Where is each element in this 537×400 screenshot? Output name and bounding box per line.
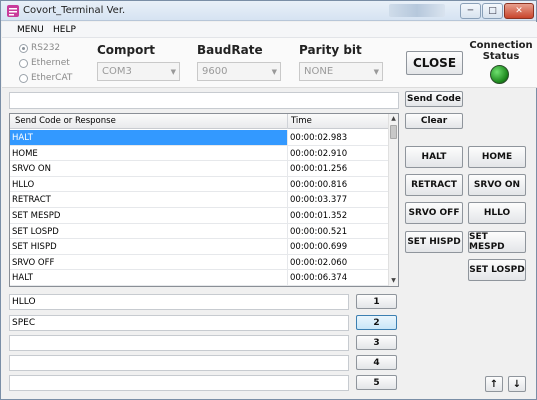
- arrow-up-icon[interactable]: ↑: [485, 376, 503, 392]
- radio-ethercat-label: EtherCAT: [31, 73, 73, 83]
- cell-code: SET LOSPD: [12, 226, 59, 237]
- scroll-thumb[interactable]: [390, 125, 397, 139]
- chevron-down-icon: ▼: [271, 68, 277, 76]
- macro-input-4[interactable]: [9, 355, 349, 371]
- app-window: Covort_Terminal Ver. ─ □ ✕ MENU HELP RS2…: [0, 0, 537, 400]
- cell-code: HOME: [12, 148, 38, 159]
- column-header-time[interactable]: Time: [291, 116, 312, 126]
- parity-select[interactable]: NONE ▼: [299, 62, 383, 81]
- radio-rs232[interactable]: [19, 44, 28, 53]
- macro-send-button-3[interactable]: 3: [356, 335, 397, 350]
- window-title: Covort_Terminal Ver.: [23, 5, 126, 16]
- cmd-srvo-on-button[interactable]: SRVO ON: [468, 174, 526, 196]
- cmd-halt-button[interactable]: HALT: [405, 146, 463, 168]
- chevron-down-icon: ▼: [170, 68, 176, 76]
- chevron-down-icon: ▼: [373, 68, 379, 76]
- table-row[interactable]: SRVO ON 00:00:01.256: [10, 161, 388, 177]
- cell-time: 00:00:01.256: [290, 164, 348, 175]
- scroll-down-icon[interactable]: ▼: [389, 276, 398, 286]
- cell-time: 00:00:06.374: [290, 273, 348, 284]
- connection-status-led: [490, 65, 509, 84]
- baudrate-select[interactable]: 9600 ▼: [197, 62, 281, 81]
- table-row[interactable]: SRVO OFF 00:00:02.060: [10, 254, 388, 271]
- macro-input-5[interactable]: [9, 375, 349, 391]
- macro-input-2[interactable]: SPEC: [9, 315, 349, 331]
- radio-ethernet[interactable]: [19, 59, 28, 68]
- baudrate-label: BaudRate: [197, 43, 263, 57]
- table-row[interactable]: SET HISPD 00:00:00.699: [10, 239, 388, 255]
- table-row[interactable]: HLLO 00:00:00.816: [10, 176, 388, 193]
- title-bar-decoration: [389, 4, 445, 17]
- cell-code: HALT: [12, 273, 33, 284]
- column-header-code[interactable]: Send Code or Response: [15, 116, 116, 126]
- close-connection-button[interactable]: CLOSE: [406, 51, 463, 75]
- cell-code: RETRACT: [12, 195, 51, 206]
- menu-item-menu[interactable]: MENU: [17, 25, 44, 35]
- parity-label: Parity bit: [299, 43, 362, 57]
- table-row[interactable]: HALT 00:00:06.374: [10, 270, 388, 286]
- macro-send-button-4[interactable]: 4: [356, 355, 397, 370]
- cell-code: SET MESPD: [12, 211, 61, 221]
- cell-time: 00:00:03.377: [290, 195, 348, 206]
- column-divider: [287, 114, 288, 129]
- cell-code: HLLO: [12, 179, 35, 190]
- macro-input-3[interactable]: [9, 335, 349, 351]
- scroll-up-icon[interactable]: ▲: [389, 114, 398, 124]
- radio-rs232-label: RS232: [31, 43, 61, 53]
- send-code-input[interactable]: [9, 92, 399, 109]
- table-row[interactable]: SET MESPD 00:00:01.352: [10, 208, 388, 224]
- cmd-set-lospd-button[interactable]: SET LOSPD: [468, 259, 526, 281]
- cmd-home-button[interactable]: HOME: [468, 146, 526, 168]
- maximize-button[interactable]: □: [482, 3, 503, 19]
- cell-time: 00:00:00.816: [290, 179, 348, 190]
- table-header: Send Code or Response Time: [10, 114, 388, 129]
- connection-status-label: Connection Status: [469, 40, 533, 62]
- macro-send-button-1[interactable]: 1: [356, 294, 397, 309]
- cell-time: 00:00:01.352: [290, 211, 348, 221]
- parity-value: NONE: [304, 66, 334, 77]
- cell-time: 00:00:02.060: [290, 257, 348, 268]
- menu-item-help[interactable]: HELP: [53, 25, 76, 35]
- title-bar: Covort_Terminal Ver. ─ □ ✕: [1, 1, 536, 21]
- macro-send-button-2[interactable]: 2: [356, 315, 397, 330]
- baudrate-value: 9600: [202, 66, 228, 77]
- cmd-srvo-off-button[interactable]: SRVO OFF: [405, 202, 463, 224]
- menu-bar: MENU HELP: [2, 22, 537, 38]
- log-table: Send Code or Response Time HALT 00:00:02.…: [9, 113, 399, 287]
- app-icon: [7, 5, 19, 17]
- table-scrollbar[interactable]: ▲ ▼: [388, 114, 398, 286]
- cell-code: SRVO ON: [12, 164, 51, 175]
- comport-select[interactable]: COM3 ▼: [97, 62, 180, 81]
- cell-code: HALT: [10, 130, 287, 145]
- table-row[interactable]: HALT 00:00:02.983: [10, 130, 388, 146]
- cmd-set-hispd-button[interactable]: SET HISPD: [405, 231, 463, 253]
- cell-time: 00:00:02.983: [290, 133, 348, 143]
- arrow-down-icon[interactable]: ↓: [508, 376, 526, 392]
- comport-value: COM3: [102, 66, 132, 77]
- macro-input-1[interactable]: HLLO: [9, 294, 349, 310]
- table-row[interactable]: RETRACT 00:00:03.377: [10, 192, 388, 208]
- cell-time: 00:00:00.699: [290, 242, 348, 253]
- cell-code: SET HISPD: [12, 242, 57, 253]
- cmd-hllo-button[interactable]: HLLO: [468, 202, 526, 224]
- cell-time: 00:00:00.521: [290, 226, 348, 237]
- table-row[interactable]: SET LOSPD 00:00:00.521: [10, 223, 388, 240]
- macro-send-button-5[interactable]: 5: [356, 375, 397, 390]
- send-code-button[interactable]: Send Code: [405, 91, 463, 107]
- table-row[interactable]: HOME 00:00:02.910: [10, 145, 388, 162]
- cmd-set-mespd-button[interactable]: SET MESPD: [468, 231, 526, 253]
- minimize-button[interactable]: ─: [460, 3, 481, 19]
- connection-panel: RS232 Ethernet EtherCAT Comport COM3 ▼ B…: [2, 38, 537, 88]
- cell-time: 00:00:02.910: [290, 148, 348, 159]
- cmd-retract-button[interactable]: RETRACT: [405, 174, 463, 196]
- radio-ethernet-label: Ethernet: [31, 58, 70, 68]
- clear-button[interactable]: Clear: [405, 113, 463, 129]
- cell-code: SRVO OFF: [12, 257, 55, 268]
- window-close-button[interactable]: ✕: [504, 3, 534, 19]
- comport-label: Comport: [97, 43, 156, 57]
- radio-ethercat[interactable]: [19, 74, 28, 83]
